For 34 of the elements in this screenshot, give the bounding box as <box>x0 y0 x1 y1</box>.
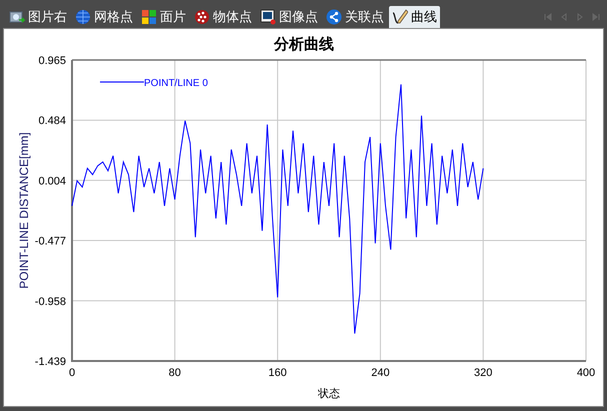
x-tick-label: 240 <box>371 367 390 379</box>
tab[interactable]: 图像点 <box>257 6 321 28</box>
y-tick-label: -1.439 <box>34 356 66 368</box>
y-tick-label: 0.004 <box>38 175 66 188</box>
tab[interactable]: 关联点 <box>323 6 387 28</box>
tab[interactable]: 面片 <box>138 6 189 28</box>
picture-icon <box>9 9 25 25</box>
image-icon <box>260 9 276 25</box>
next-icon[interactable] <box>575 12 585 22</box>
tab[interactable]: 网格点 <box>72 6 136 28</box>
y-tick-label: -0.958 <box>34 296 66 308</box>
y-tick-label: -0.477 <box>34 236 66 248</box>
y-axis-title: POINT-LINE DISTANCE[mm] <box>17 132 31 289</box>
first-page-icon[interactable] <box>543 12 553 22</box>
tab[interactable]: 图片右 <box>6 6 70 28</box>
pen-curve-icon <box>392 9 408 25</box>
legend-label: POINT/LINE 0 <box>144 78 208 89</box>
y-tick-label: 0.965 <box>38 55 66 67</box>
globe-icon <box>75 9 91 25</box>
chart-title: 分析曲线 <box>274 35 334 53</box>
x-tick-label: 0 <box>68 367 76 379</box>
x-tick-label: 160 <box>268 367 287 379</box>
dotted-ball-icon <box>194 9 210 25</box>
tab[interactable]: 物体点 <box>191 6 255 28</box>
tiles-icon <box>141 9 157 25</box>
last-page-icon[interactable] <box>591 12 601 22</box>
y-tick-label: 0.484 <box>38 115 66 128</box>
x-tick-label: 400 <box>576 367 596 379</box>
tab[interactable]: 曲线 <box>389 6 440 28</box>
share-icon <box>326 9 342 25</box>
x-tick-label: 320 <box>474 367 492 379</box>
previous-icon[interactable] <box>559 12 569 22</box>
x-axis-title: 状态 <box>318 387 340 400</box>
x-tick-label: 80 <box>168 367 181 379</box>
